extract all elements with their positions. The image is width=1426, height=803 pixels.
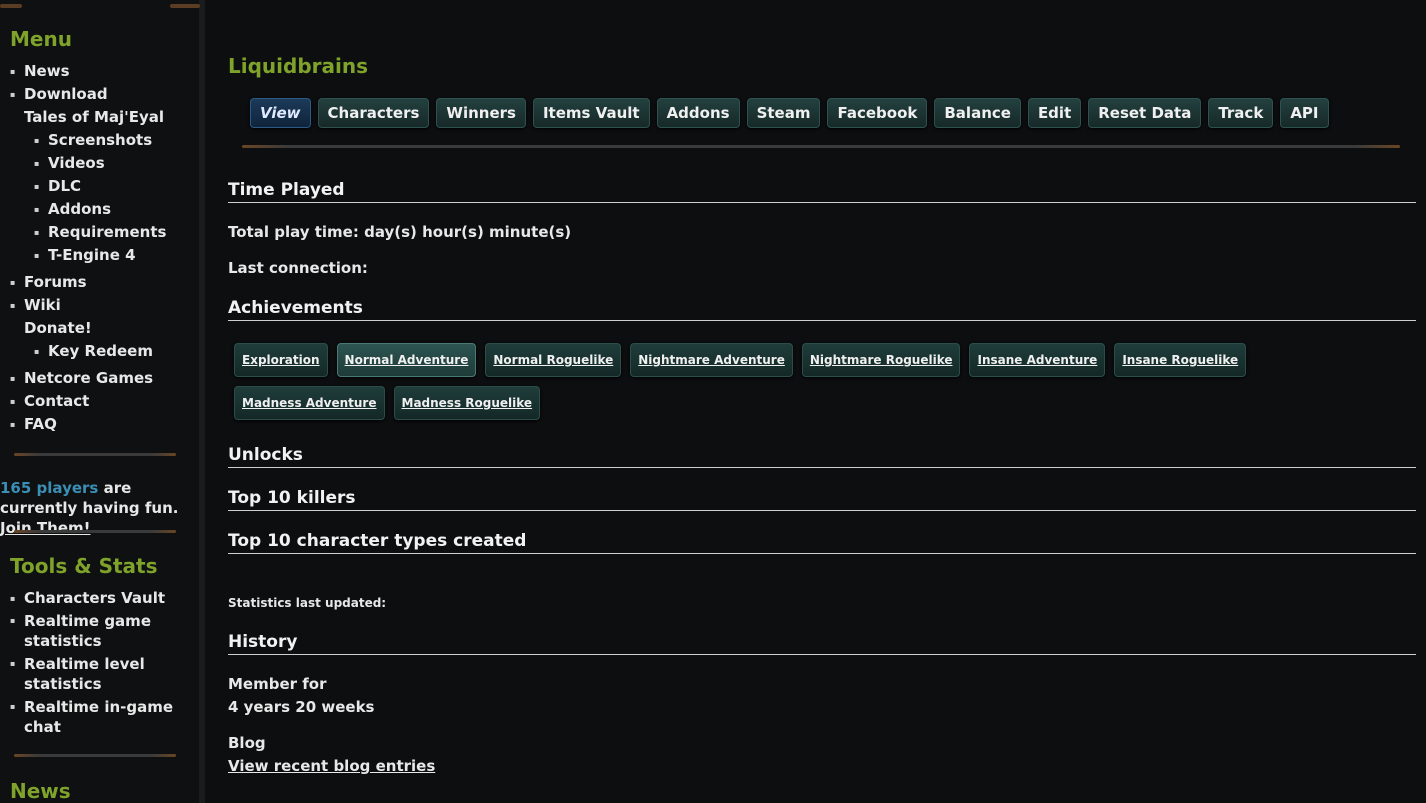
total-play-time: Total play time: day(s) hour(s) minute(s… — [228, 223, 572, 241]
tools-item-characters-vault[interactable]: Characters Vault — [10, 587, 174, 610]
menu-item-news[interactable]: News — [10, 60, 166, 83]
achievements-heading: Achievements — [228, 298, 1416, 321]
tab-winners[interactable]: Winners — [436, 98, 526, 128]
tab-characters[interactable]: Characters — [317, 98, 430, 128]
menu-title: Menu — [10, 27, 72, 51]
achievements-list: Exploration Normal Adventure Normal Rogu… — [234, 343, 1314, 420]
menu-list: News Download Tales of Maj'Eyal Screensh… — [10, 60, 166, 436]
history-heading: History — [228, 632, 1416, 655]
top-killers-heading: Top 10 killers — [228, 488, 1416, 511]
menu-item-key-redeem[interactable]: Key Redeem — [10, 340, 166, 363]
tab-addons[interactable]: Addons — [656, 98, 740, 128]
tab-items-vault[interactable]: Items Vault — [532, 98, 650, 128]
menu-item-videos[interactable]: Videos — [10, 152, 166, 175]
achievement-normal-adventure[interactable]: Normal Adventure — [336, 343, 477, 377]
menu-item-forums[interactable]: Forums — [10, 271, 166, 294]
players-count-link[interactable]: 165 players — [0, 479, 98, 497]
member-for-value: 4 years 20 weeks — [228, 698, 375, 716]
menu-item-donate[interactable]: Donate! — [10, 317, 166, 340]
page-title: Liquidbrains — [228, 54, 368, 78]
menu-item-wiki[interactable]: Wiki — [10, 294, 166, 317]
tab-balance[interactable]: Balance — [934, 98, 1021, 128]
achievement-normal-roguelike[interactable]: Normal Roguelike — [485, 343, 622, 377]
tab-track[interactable]: Track — [1208, 98, 1274, 128]
join-them-link[interactable]: Join Them! — [0, 519, 90, 537]
blog-label: Blog — [228, 734, 266, 752]
time-played-heading: Time Played — [228, 180, 1416, 203]
unlocks-heading: Unlocks — [228, 445, 1416, 468]
players-online: 165 players are currently having fun. Jo… — [0, 478, 198, 538]
last-connection: Last connection: — [228, 259, 368, 277]
frame-ornament — [170, 4, 200, 8]
sidebar: Menu News Download Tales of Maj'Eyal Scr… — [0, 0, 205, 803]
tab-reset-data[interactable]: Reset Data — [1088, 98, 1202, 128]
achievement-madness-adventure[interactable]: Madness Adventure — [234, 386, 385, 420]
achievement-exploration[interactable]: Exploration — [234, 343, 328, 377]
tabs-divider — [242, 145, 1400, 148]
tools-item-realtime-game-statistics[interactable]: Realtime game statistics — [10, 611, 174, 651]
menu-item-download[interactable]: Download — [10, 83, 166, 106]
top-character-types-heading: Top 10 character types created — [228, 531, 1416, 554]
menu-item-dlc[interactable]: DLC — [10, 175, 166, 198]
tools-list: Characters Vault Realtime game statistic… — [10, 587, 174, 740]
news-title: News — [10, 779, 71, 803]
menu-item-tales-of-majeyal[interactable]: Tales of Maj'Eyal — [10, 106, 166, 129]
view-blog-link[interactable]: View recent blog entries — [228, 757, 435, 775]
menu-item-screenshots[interactable]: Screenshots — [10, 129, 166, 152]
tools-item-realtime-level-statistics[interactable]: Realtime level statistics — [10, 654, 174, 694]
tab-steam[interactable]: Steam — [746, 98, 821, 128]
tab-api[interactable]: API — [1280, 98, 1329, 128]
menu-item-requirements[interactable]: Requirements — [10, 221, 166, 244]
profile-tabs: View Characters Winners Items Vault Addo… — [250, 98, 1329, 128]
tools-item-realtime-chat[interactable]: Realtime in-game chat — [10, 697, 174, 737]
sidebar-divider — [14, 530, 176, 533]
statistics-updated: Statistics last updated: — [228, 596, 387, 610]
achievement-insane-adventure[interactable]: Insane Adventure — [969, 343, 1106, 377]
achievement-nightmare-adventure[interactable]: Nightmare Adventure — [630, 343, 793, 377]
menu-item-addons[interactable]: Addons — [10, 198, 166, 221]
sidebar-divider — [14, 754, 176, 757]
tools-title: Tools & Stats — [10, 554, 158, 578]
menu-item-netcore-games[interactable]: Netcore Games — [10, 367, 166, 390]
menu-item-t-engine-4[interactable]: T-Engine 4 — [10, 244, 166, 267]
achievement-madness-roguelike[interactable]: Madness Roguelike — [393, 386, 541, 420]
achievement-insane-roguelike[interactable]: Insane Roguelike — [1114, 343, 1247, 377]
menu-item-contact[interactable]: Contact — [10, 390, 166, 413]
member-for-label: Member for — [228, 675, 327, 693]
achievement-nightmare-roguelike[interactable]: Nightmare Roguelike — [801, 343, 961, 377]
sidebar-divider — [14, 453, 176, 456]
tab-view[interactable]: View — [250, 98, 311, 128]
tab-edit[interactable]: Edit — [1027, 98, 1082, 128]
menu-item-faq[interactable]: FAQ — [10, 413, 166, 436]
frame-ornament — [0, 4, 22, 8]
tab-facebook[interactable]: Facebook — [827, 98, 928, 128]
main-content: Liquidbrains View Characters Winners Ite… — [228, 0, 1416, 803]
